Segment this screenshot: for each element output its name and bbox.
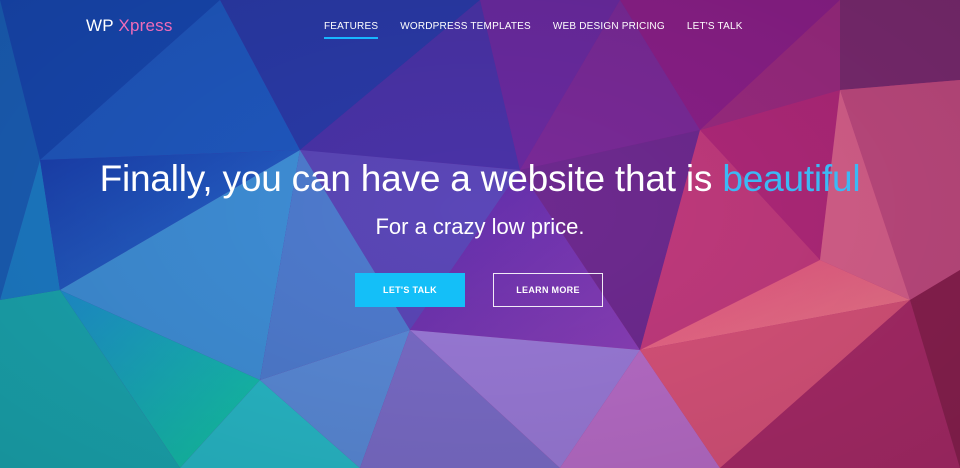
nav-item-lets-talk[interactable]: LET'S TALK: [687, 21, 743, 39]
hero-headline: Finally, you can have a website that is …: [0, 158, 960, 200]
lets-talk-button[interactable]: LET'S TALK: [355, 273, 465, 307]
brand-logo[interactable]: WP Xpress: [86, 16, 173, 36]
brand-prefix: WP: [86, 16, 114, 35]
brand-suffix: Xpress: [118, 16, 173, 35]
main-nav: FEATURES WORDPRESS TEMPLATES WEB DESIGN …: [324, 21, 743, 39]
headline-main: Finally, you can have a website that is: [99, 158, 713, 199]
headline-accent: beautiful: [722, 158, 861, 199]
nav-item-features[interactable]: FEATURES: [324, 21, 379, 39]
learn-more-button[interactable]: LEARN MORE: [493, 273, 603, 307]
nav-item-web-design-pricing[interactable]: WEB DESIGN PRICING: [553, 21, 665, 39]
nav-item-wordpress-templates[interactable]: WORDPRESS TEMPLATES: [400, 21, 531, 39]
hero-subhead: For a crazy low price.: [375, 214, 585, 239]
hero-section: WP Xpress FEATURES WORDPRESS TEMPLATES W…: [0, 0, 960, 468]
